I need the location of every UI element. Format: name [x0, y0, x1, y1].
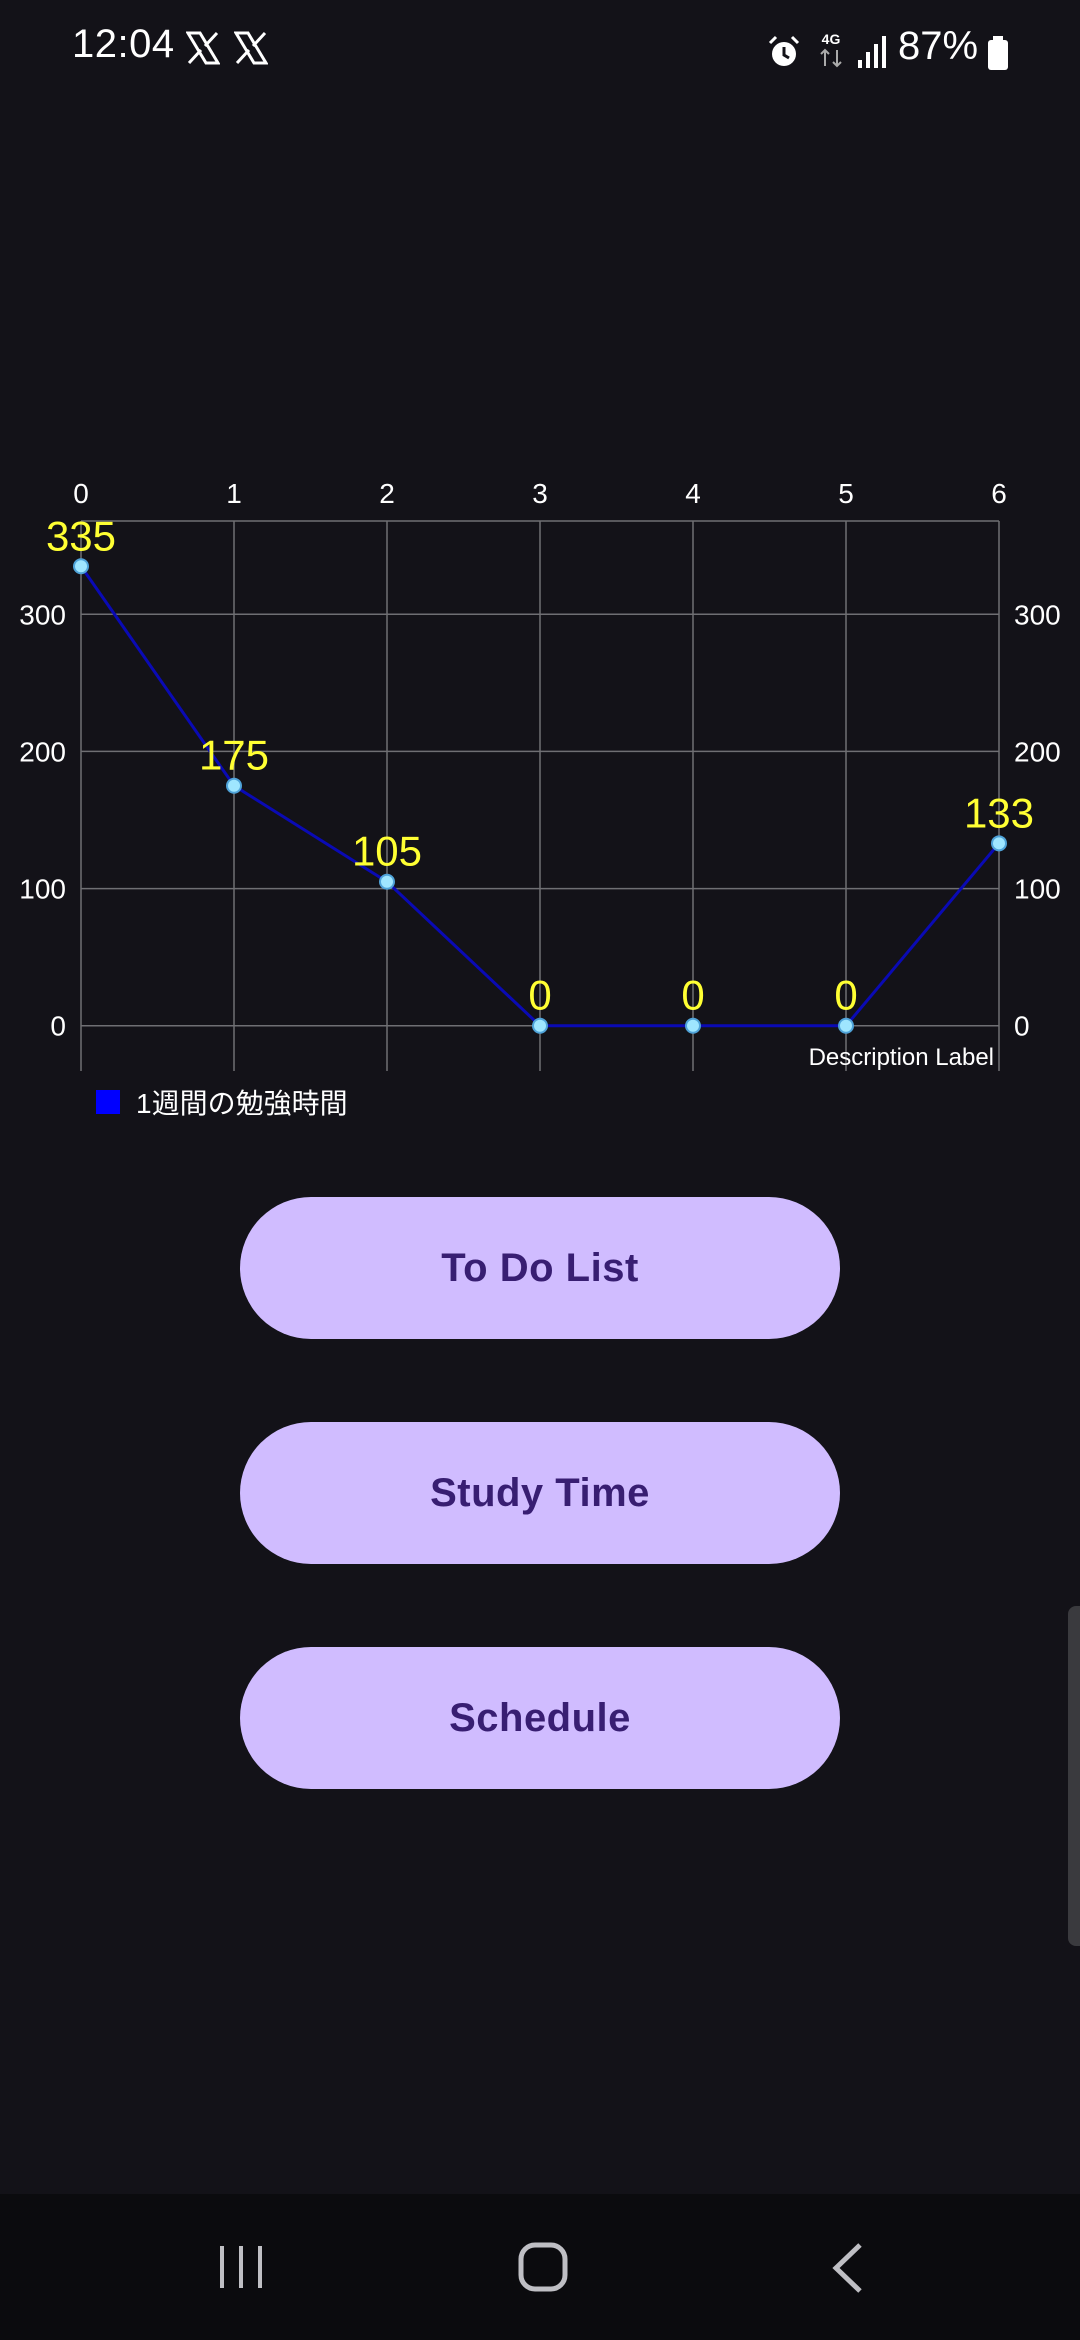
data-point [532, 1017, 548, 1034]
x-tick-label: 4 [685, 478, 701, 509]
study-time-line-chart: 0 1 2 3 4 5 6 0 0 100 100 200 200 300 300 335 175 105 0 0 0 1… [0, 460, 1080, 1140]
y-tick-label-right: 0 [1014, 1011, 1030, 1042]
todo-list-button[interactable]: To Do List [240, 1197, 840, 1339]
schedule-button[interactable]: Schedule [240, 1647, 840, 1789]
y-tick-label-right: 200 [1014, 736, 1061, 767]
y-tick-label-right: 300 [1014, 599, 1061, 630]
data-value-label: 175 [199, 732, 269, 779]
x-icon [186, 31, 220, 65]
data-value-label: 133 [964, 789, 1034, 836]
data-value-label: 335 [46, 512, 116, 559]
alarm-icon [768, 35, 800, 66]
y-tick-label-left: 200 [19, 736, 66, 767]
chart-canvas: 0 1 2 3 4 5 6 0 0 100 100 200 200 300 300 335 175 105 0 0 0 1… [19, 478, 1061, 1071]
battery-percentage: 87% [898, 24, 979, 68]
data-point [838, 1017, 854, 1034]
study-time-button[interactable]: Study Time [240, 1422, 840, 1564]
data-point [685, 1017, 701, 1034]
data-point [226, 777, 242, 794]
chart-legend: 1週間の勉強時間 [96, 1082, 348, 1122]
data-point [73, 558, 89, 575]
data-value-label: 0 [528, 972, 551, 1019]
chart-description-label: Description Label [808, 1044, 994, 1071]
legend-swatch [96, 1090, 120, 1114]
x-tick-label: 1 [226, 478, 242, 509]
x-tick-label: 3 [532, 478, 548, 509]
status-time: 12:04 [72, 22, 175, 66]
status-bar: 12:04 4G 87% [0, 0, 1080, 100]
data-point [991, 835, 1007, 852]
x-tick-label: 5 [838, 478, 854, 509]
data-value-label: 0 [834, 972, 857, 1019]
signal-icon [858, 36, 886, 68]
x-icon [234, 31, 268, 65]
x-tick-label: 0 [73, 478, 89, 509]
home-icon[interactable] [518, 2240, 568, 2294]
svg-text:4G: 4G [822, 31, 841, 47]
back-icon[interactable] [828, 2242, 868, 2294]
x-tick-label: 6 [991, 478, 1007, 509]
y-tick-label-left: 300 [19, 599, 66, 630]
data-point [379, 873, 395, 890]
x-tick-label: 2 [379, 478, 395, 509]
y-tick-label-right: 100 [1014, 874, 1061, 905]
y-tick-label-left: 0 [50, 1011, 66, 1042]
4g-icon: 4G [820, 31, 842, 68]
y-tick-label-left: 100 [19, 874, 66, 905]
navigation-bar [0, 2194, 1080, 2340]
legend-label: 1週間の勉強時間 [136, 1088, 348, 1119]
battery-icon [988, 36, 1008, 70]
data-value-label: 105 [352, 828, 422, 875]
data-value-label: 0 [681, 972, 704, 1019]
scroll-handle[interactable] [1068, 1606, 1080, 1946]
recent-apps-icon[interactable] [216, 2244, 266, 2290]
